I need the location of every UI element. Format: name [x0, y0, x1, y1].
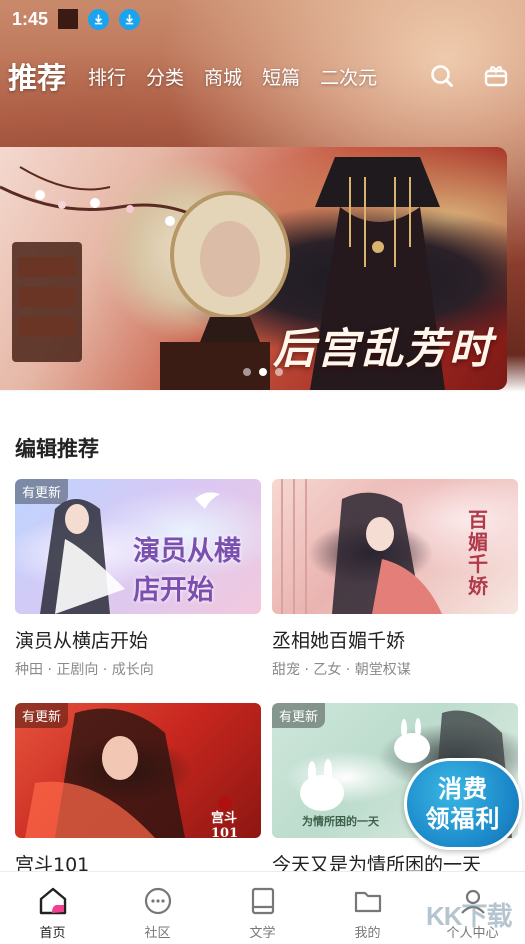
tab-label: 首页: [39, 926, 66, 941]
tab-label: 文学: [249, 926, 276, 941]
square-icon: [58, 9, 79, 29]
cover-title-art: 为情所困的一天: [302, 815, 379, 828]
tab-category[interactable]: 分类: [146, 63, 184, 90]
banner-dot: [259, 368, 267, 376]
watermark: KK下载: [426, 901, 513, 931]
folder-icon: [354, 891, 381, 913]
gift-icon[interactable]: [482, 62, 510, 90]
promo-line2: 领福利: [425, 805, 501, 833]
tab-label: 社区: [144, 926, 171, 941]
tab-short[interactable]: 短篇: [262, 63, 300, 90]
tab-acg[interactable]: 二次元: [320, 63, 377, 90]
tab-label: 我的: [354, 926, 381, 941]
banner-dot: [275, 368, 283, 376]
comic-card[interactable]: 百媚千娇 丞相她百媚千娇 甜宠 · 乙女 · 朝堂权谋: [272, 479, 518, 679]
tab-literature[interactable]: 文学: [210, 872, 315, 944]
home-icon: [39, 887, 66, 915]
comic-tags: 甜宠 · 乙女 · 朝堂权谋: [272, 662, 411, 678]
comic-title: 丞相她百媚千娇: [272, 630, 406, 652]
promo-line1: 消费: [438, 775, 488, 803]
top-nav: 推荐 排行 分类 商城 短篇 二次元: [0, 52, 525, 100]
status-bar: 1:45: [0, 0, 525, 38]
download-icon: [88, 8, 110, 30]
update-badge: 有更新: [15, 703, 69, 728]
banner-pagination: [243, 368, 283, 376]
banner-title: 后宫乱芳时: [272, 324, 493, 373]
tab-community[interactable]: 社区: [105, 872, 210, 944]
status-time: 1:45: [12, 8, 49, 29]
search-icon[interactable]: [428, 62, 456, 90]
community-icon: [144, 887, 171, 915]
comic-tags: 种田 · 正剧向 · 成长向: [15, 662, 154, 678]
promo-badge[interactable]: 消费 领福利: [404, 758, 522, 850]
comic-cover[interactable]: 百媚千娇: [272, 479, 518, 614]
comic-title: 演员从横店开始: [15, 630, 149, 652]
download-icon: [119, 8, 141, 30]
cover-title-art: 百媚千娇: [468, 508, 488, 598]
section-title: 编辑推荐: [15, 437, 99, 461]
update-badge: 有更新: [15, 479, 69, 504]
tab-recommend[interactable]: 推荐: [8, 55, 66, 97]
comic-cover[interactable]: 演员从横店开始 有更新: [15, 479, 261, 614]
book-icon: [251, 887, 274, 915]
tab-ranking[interactable]: 排行: [88, 63, 126, 90]
update-badge: 有更新: [272, 703, 326, 728]
tab-mine[interactable]: 我的: [315, 872, 420, 944]
tab-home[interactable]: 首页: [0, 872, 105, 944]
cover-title-art: 演员从横店开始: [133, 536, 241, 606]
tab-store[interactable]: 商城: [204, 63, 242, 90]
comic-card[interactable]: 演员从横店开始 有更新 演员从横店开始 种田 · 正剧向 · 成长向: [15, 479, 261, 679]
banner-dot: [243, 368, 251, 376]
featured-banner[interactable]: 后宫乱芳时: [0, 147, 507, 390]
cover-title-art: 宫斗101: [211, 811, 239, 838]
comic-card[interactable]: 宫斗101 有更新 宫斗101: [15, 703, 261, 883]
comic-cover[interactable]: 宫斗101 有更新: [15, 703, 261, 838]
